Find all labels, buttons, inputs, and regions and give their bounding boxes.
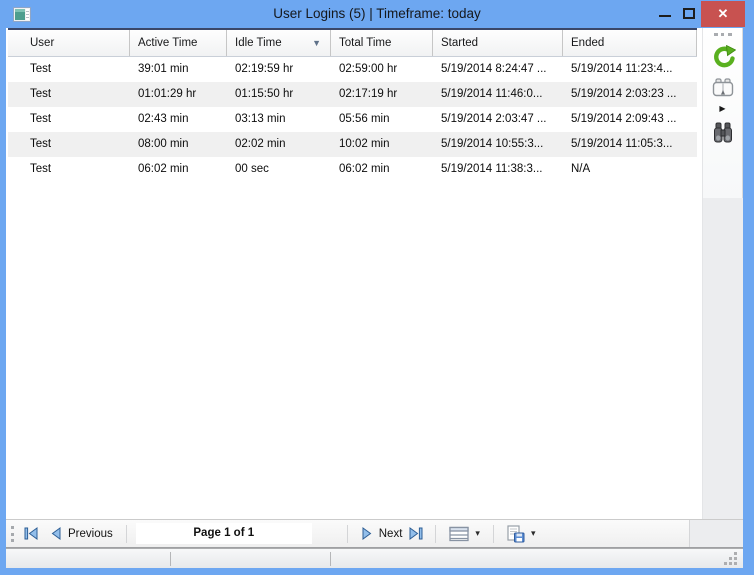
cell-ended: 5/19/2014 2:09:43 ...	[563, 107, 697, 132]
next-page-icon	[362, 527, 372, 540]
status-bar	[6, 548, 743, 568]
close-button[interactable]: ✕	[701, 1, 745, 27]
status-separator	[170, 552, 171, 566]
watch-icon	[712, 78, 734, 98]
resize-grip-icon[interactable]	[723, 552, 737, 565]
cell-active-time: 39:01 min	[130, 57, 227, 82]
maximize-icon	[683, 8, 695, 19]
cell-user: Test	[8, 107, 130, 132]
cell-user: Test	[8, 132, 130, 157]
toolbar-separator	[493, 525, 494, 543]
cell-ended: 5/19/2014 11:05:3...	[563, 132, 697, 157]
view-mode-dropdown[interactable]: ▾	[445, 524, 484, 544]
previous-page-label[interactable]: Previous	[68, 528, 113, 540]
first-page-button[interactable]	[21, 524, 41, 544]
status-separator	[330, 552, 331, 566]
export-save-icon	[507, 525, 525, 543]
window: User Logins (5) | Timeframe: today ✕ Use…	[0, 0, 754, 575]
cell-total-time: 05:56 min	[331, 107, 433, 132]
chevron-down-icon: ▾	[475, 528, 480, 539]
chevron-down-icon: ▾	[531, 528, 536, 539]
previous-page-button[interactable]	[46, 524, 66, 544]
cell-user: Test	[8, 82, 130, 107]
cell-user: Test	[8, 57, 130, 82]
column-header-started[interactable]: Started	[433, 30, 563, 56]
toolbar-separator	[126, 525, 127, 543]
minimize-icon	[659, 15, 671, 17]
window-border-bottom	[0, 568, 754, 575]
first-page-icon	[24, 527, 38, 540]
table-row[interactable]: Test 01:01:29 hr 01:15:50 hr 02:17:19 hr…	[8, 82, 697, 107]
table-row[interactable]: Test 06:02 min 00 sec 06:02 min 5/19/201…	[8, 157, 697, 182]
refresh-button[interactable]	[710, 45, 736, 69]
window-title: User Logins (5) | Timeframe: today	[0, 0, 754, 28]
cell-started: 5/19/2014 8:24:47 ...	[433, 57, 563, 82]
cell-total-time: 02:17:19 hr	[331, 82, 433, 107]
cell-total-time: 10:02 min	[331, 132, 433, 157]
cell-ended: N/A	[563, 157, 697, 182]
column-header-user[interactable]: User	[8, 30, 130, 56]
window-border-right	[743, 28, 754, 575]
column-header-ended[interactable]: Ended	[563, 30, 697, 56]
cell-ended: 5/19/2014 2:03:23 ...	[563, 82, 697, 107]
cell-idle-time: 02:02 min	[227, 132, 331, 157]
maximize-button[interactable]	[678, 0, 700, 26]
cell-started: 5/19/2014 2:03:47 ...	[433, 107, 563, 132]
time-view-button[interactable]	[712, 78, 734, 98]
cell-active-time: 01:01:29 hr	[130, 82, 227, 107]
cell-active-time: 08:00 min	[130, 132, 227, 157]
cell-total-time: 06:02 min	[331, 157, 433, 182]
next-page-button[interactable]	[357, 524, 377, 544]
search-button[interactable]	[712, 122, 734, 144]
pagination-bar: Previous Page 1 of 1 Next	[6, 519, 743, 548]
cell-started: 5/19/2014 10:55:3...	[433, 132, 563, 157]
toolbar-separator	[435, 525, 436, 543]
table-header: User Active Time Idle Time▼ Total Time S…	[8, 28, 697, 57]
cell-started: 5/19/2014 11:38:3...	[433, 157, 563, 182]
cell-idle-time: 01:15:50 hr	[227, 82, 331, 107]
page-status: Page 1 of 1	[136, 523, 312, 544]
cell-ended: 5/19/2014 11:23:4...	[563, 57, 697, 82]
cell-active-time: 02:43 min	[130, 107, 227, 132]
next-page-label[interactable]: Next	[379, 528, 403, 540]
refresh-icon	[710, 45, 736, 69]
main-panel: User Active Time Idle Time▼ Total Time S…	[6, 28, 702, 519]
cell-user: Test	[8, 157, 130, 182]
sort-arrow-icon[interactable]: ▼	[312, 30, 321, 56]
table-row[interactable]: Test 02:43 min 03:13 min 05:56 min 5/19/…	[8, 107, 697, 132]
grid-view-icon	[449, 526, 469, 542]
binoculars-icon	[712, 122, 734, 144]
cell-started: 5/19/2014 11:46:0...	[433, 82, 563, 107]
cell-idle-time: 02:19:59 hr	[227, 57, 331, 82]
column-header-total-time[interactable]: Total Time	[331, 30, 433, 56]
column-header-active-time[interactable]: Active Time	[130, 30, 227, 56]
cell-total-time: 02:59:00 hr	[331, 57, 433, 82]
side-toolbar: ▶	[702, 28, 743, 548]
table-row[interactable]: Test 39:01 min 02:19:59 hr 02:59:00 hr 5…	[8, 57, 697, 82]
cell-idle-time: 03:13 min	[227, 107, 331, 132]
previous-page-icon	[51, 527, 61, 540]
minimize-button[interactable]	[654, 0, 676, 26]
toolbar-grip[interactable]	[714, 33, 732, 36]
cell-idle-time: 00 sec	[227, 157, 331, 182]
column-header-idle-time[interactable]: Idle Time▼	[227, 30, 331, 56]
expand-arrow-icon[interactable]: ▶	[719, 105, 725, 113]
cell-active-time: 06:02 min	[130, 157, 227, 182]
toolbar-grip[interactable]	[11, 526, 14, 542]
titlebar[interactable]: User Logins (5) | Timeframe: today ✕	[0, 0, 754, 28]
last-page-button[interactable]	[406, 524, 426, 544]
table-row[interactable]: Test 08:00 min 02:02 min 10:02 min 5/19/…	[8, 132, 697, 157]
toolbar-separator	[347, 525, 348, 543]
last-page-icon	[409, 527, 423, 540]
export-dropdown[interactable]: ▾	[503, 523, 540, 545]
